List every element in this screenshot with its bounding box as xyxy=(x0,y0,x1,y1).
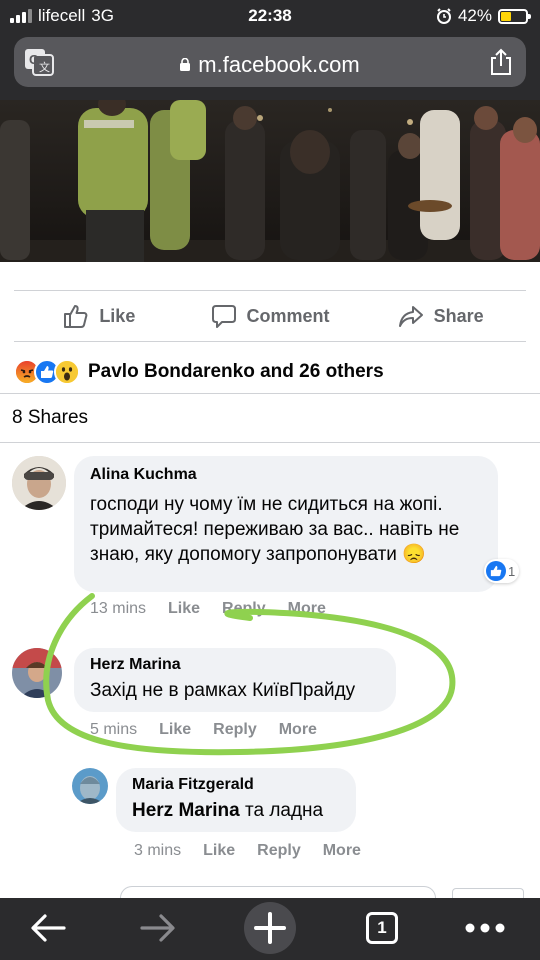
new-tab-button[interactable] xyxy=(242,902,298,954)
avatar[interactable] xyxy=(72,768,108,804)
post-action-bar: Like Comment Share xyxy=(14,290,526,342)
url-display[interactable]: m.facebook.com xyxy=(14,51,526,78)
forward-button[interactable] xyxy=(134,908,182,948)
comment-author[interactable]: Alina Kuchma xyxy=(90,466,482,484)
comment-text: та ладна xyxy=(244,800,324,821)
share-icon[interactable] xyxy=(488,48,514,76)
reactions-text[interactable]: Pavlo Bondarenko and 26 others xyxy=(88,361,384,383)
share-arrow-icon xyxy=(398,306,423,327)
back-button[interactable] xyxy=(24,908,72,948)
comment-bubble[interactable]: Alina Kuchma господи ну чому їм не сидит… xyxy=(74,456,498,592)
plus-icon xyxy=(244,902,296,954)
comment-reply-link[interactable]: Reply xyxy=(257,842,301,860)
divider xyxy=(0,393,540,394)
comment-meta: 3 mins Like Reply More xyxy=(134,842,361,860)
comment-time[interactable]: 3 mins xyxy=(134,842,181,860)
reactions-summary[interactable]: Pavlo Bondarenko and 26 others xyxy=(14,352,526,392)
comment-bubble-icon xyxy=(211,305,236,328)
comment-bubble[interactable]: Herz Marina Захід не в рамках КиївПрайду xyxy=(74,648,396,712)
avatar[interactable] xyxy=(12,456,66,510)
comment-text: Захід не в рамках КиївПрайду xyxy=(90,680,356,701)
comment-meta: 5 mins Like Reply More xyxy=(90,721,317,739)
comment-more-link[interactable]: More xyxy=(279,721,317,739)
browser-top-bar: G 文 m.facebook.com xyxy=(0,32,540,100)
comment-bubble[interactable]: Maria Fitzgerald Herz Marina та ладна xyxy=(116,768,356,832)
comment-author[interactable]: Herz Marina xyxy=(90,656,380,674)
comment-more-link[interactable]: More xyxy=(323,842,361,860)
share-label: Share xyxy=(433,305,484,326)
more-menu-button[interactable] xyxy=(460,908,510,948)
forward-arrow-icon xyxy=(140,914,175,942)
thumbs-up-icon xyxy=(64,305,88,328)
alarm-clock-icon xyxy=(436,8,451,24)
address-bar[interactable]: G 文 m.facebook.com xyxy=(14,37,526,87)
battery-icon xyxy=(498,8,531,24)
comment-like-link[interactable]: Like xyxy=(168,600,200,618)
lock-icon xyxy=(180,51,191,71)
avatar[interactable] xyxy=(12,648,62,698)
comment-text-row: Herz Marina та ладна xyxy=(132,798,340,823)
comment-time[interactable]: 13 mins xyxy=(90,600,146,618)
wow-reaction-icon xyxy=(54,359,80,385)
like-reaction-icon xyxy=(486,561,506,581)
comment-more-link[interactable]: More xyxy=(288,600,326,618)
comment-reply-link[interactable]: Reply xyxy=(222,600,266,618)
url-text: m.facebook.com xyxy=(198,52,360,77)
tab-switcher-button[interactable]: 1 xyxy=(362,908,402,948)
comment-reaction-badge[interactable]: 1 xyxy=(484,559,520,583)
comment-like-link[interactable]: Like xyxy=(159,721,191,739)
comment-button[interactable]: Comment xyxy=(185,291,356,341)
shares-count[interactable]: 8 Shares xyxy=(12,407,88,429)
reaction-count: 1 xyxy=(508,563,516,579)
like-button[interactable]: Like xyxy=(14,291,185,341)
browser-bottom-toolbar: 1 xyxy=(0,898,540,960)
share-button[interactable]: Share xyxy=(355,291,526,341)
more-dots-icon xyxy=(465,923,505,933)
comment-mention[interactable]: Herz Marina xyxy=(132,800,240,821)
comment-time[interactable]: 5 mins xyxy=(90,721,137,739)
divider xyxy=(0,442,540,443)
comment-reply-link[interactable]: Reply xyxy=(213,721,257,739)
tab-count: 1 xyxy=(366,912,398,944)
comment-text: господи ну чому їм не сидиться на жопі. … xyxy=(90,494,460,565)
comment-meta: 13 mins Like Reply More xyxy=(90,600,326,618)
like-label: Like xyxy=(99,305,136,326)
comment-author[interactable]: Maria Fitzgerald xyxy=(132,776,340,794)
status-bar: lifecell 3G 22:38 42% xyxy=(0,0,540,32)
post-photo[interactable] xyxy=(0,100,540,262)
battery-percent: 42% xyxy=(457,6,492,25)
back-arrow-icon xyxy=(31,914,66,942)
comment-label: Comment xyxy=(246,305,330,326)
comment-like-link[interactable]: Like xyxy=(203,842,235,860)
